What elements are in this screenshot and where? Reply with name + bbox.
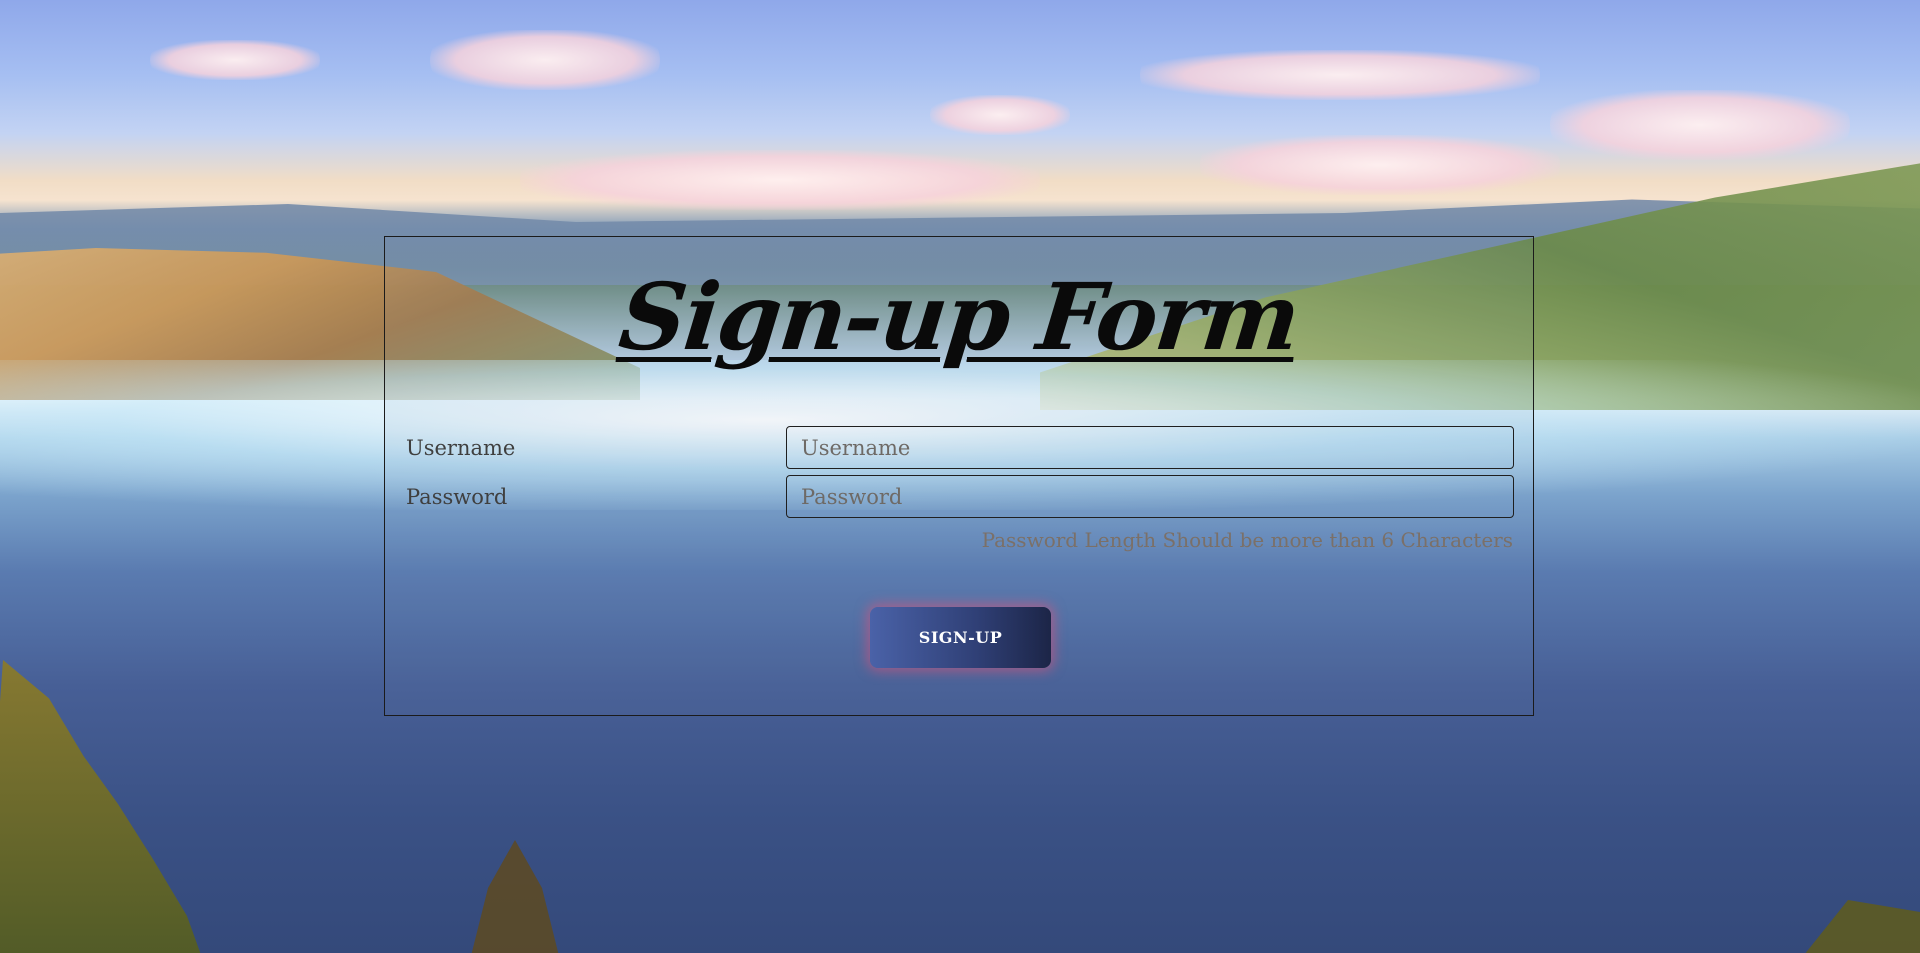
cloud: [930, 95, 1070, 135]
cloud: [1140, 50, 1540, 100]
tree-mid: [470, 840, 560, 953]
cloud: [1550, 90, 1850, 160]
cloud: [1200, 135, 1560, 195]
username-input[interactable]: [786, 426, 1514, 469]
signup-button[interactable]: SIGN-UP: [870, 607, 1051, 668]
cloud: [150, 40, 320, 80]
signup-form: Sign-up Form Username Password Password …: [384, 236, 1534, 716]
form-title: Sign-up Form: [614, 263, 1304, 371]
tree-left: [0, 660, 210, 953]
username-row: Username: [406, 426, 1514, 470]
password-label: Password: [406, 485, 508, 509]
password-hint: Password Length Should be more than 6 Ch…: [981, 528, 1513, 552]
cloud: [520, 150, 1040, 210]
username-label: Username: [406, 436, 516, 460]
password-row: Password: [406, 475, 1514, 519]
password-input[interactable]: [786, 475, 1514, 518]
tree-right: [1800, 900, 1920, 953]
cloud: [430, 30, 660, 90]
